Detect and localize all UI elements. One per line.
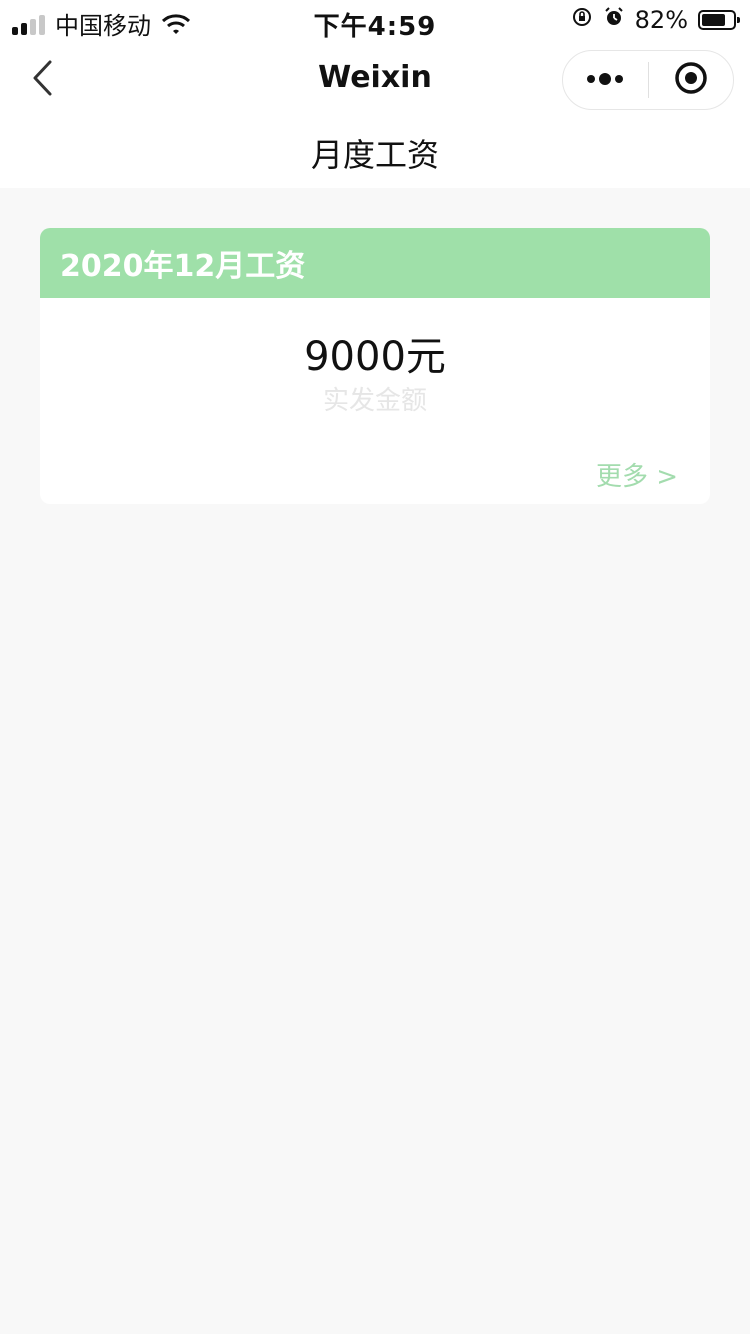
close-target-icon: [673, 60, 709, 100]
page-header: 月度工资: [0, 120, 750, 188]
battery-fill: [702, 14, 725, 26]
orientation-lock-icon: [571, 6, 593, 34]
mini-program-capsule: [562, 50, 734, 110]
salary-amount: 9000元: [304, 334, 446, 380]
status-bar: 中国移动 下午4:59 82%: [0, 0, 750, 42]
salary-amount-label: 实发金额: [322, 386, 427, 416]
salary-card[interactable]: 2020年12月工资 9000元 实发金额 更多 >: [40, 228, 710, 504]
status-right: 82%: [571, 6, 740, 34]
battery-percent: 82%: [634, 6, 688, 34]
close-button[interactable]: [649, 51, 734, 109]
page-title: 月度工资: [310, 136, 439, 174]
more-button[interactable]: [563, 51, 648, 109]
alarm-icon: [603, 6, 625, 34]
more-link[interactable]: 更多 >: [596, 456, 678, 493]
card-header-title: 2020年12月工资: [60, 249, 306, 284]
card-header: 2020年12月工资: [40, 228, 710, 298]
nav-bar: Weixin: [0, 40, 750, 120]
battery-icon: [698, 10, 740, 30]
more-dots-icon: [585, 71, 625, 90]
